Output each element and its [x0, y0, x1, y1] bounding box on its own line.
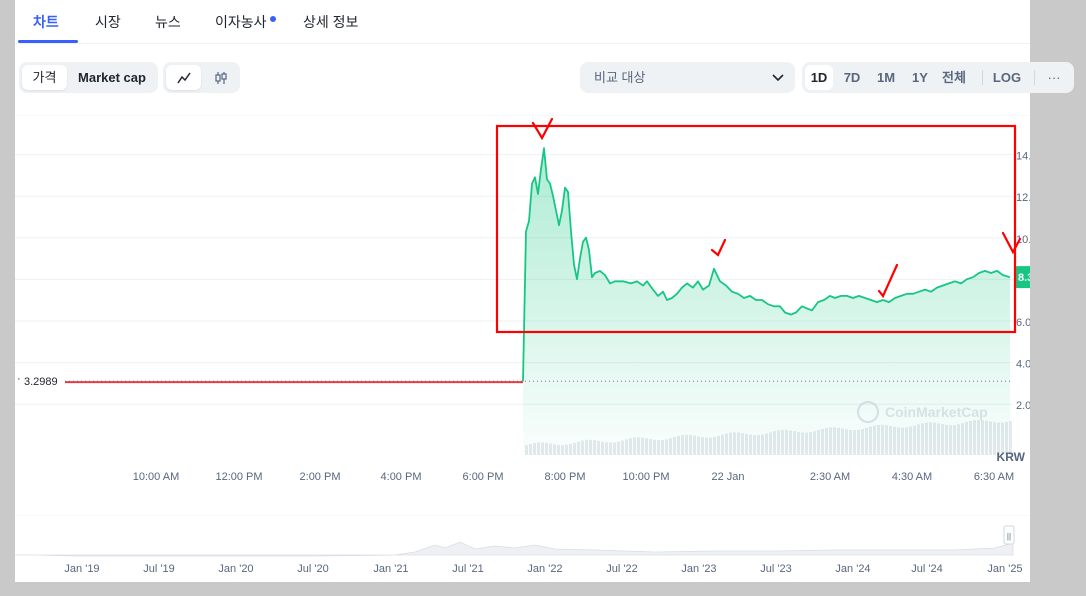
reference-price-marker: ·	[17, 373, 21, 385]
x-tick-label: 10:00 PM	[622, 471, 669, 483]
line-chart-icon	[176, 72, 191, 84]
tab-details[interactable]: 상세 정보	[303, 0, 358, 44]
navigator-tick-label: Jul '22	[606, 563, 637, 575]
navigator-tick-label: Jan '23	[681, 563, 716, 575]
candlestick-icon	[214, 72, 227, 84]
navigator-tick-label: Jul '23	[760, 563, 791, 575]
range-1y-button[interactable]: 1Y	[906, 65, 934, 90]
navigator-tick-label: Jul '21	[452, 563, 483, 575]
data-type-toggle: 가격 Market cap	[19, 62, 158, 93]
navigator-tick-label: Jul '24	[911, 563, 942, 575]
navigator-handle-grip: ||	[1007, 532, 1011, 541]
y-tick-label: 4.0	[1016, 359, 1030, 371]
range-divider	[1034, 70, 1035, 85]
x-tick-label: 6:00 PM	[463, 471, 504, 483]
x-tick-label: 12:00 PM	[215, 471, 262, 483]
current-price-value: 8.3	[1018, 272, 1030, 284]
x-tick-label: 2:00 PM	[300, 471, 341, 483]
navigator-tick-label: Jan '19	[64, 563, 99, 575]
log-scale-button[interactable]: LOG	[990, 65, 1024, 90]
price-chart[interactable]: 3.2989 · 14.012.010.08.06.04.02.0 10:00 …	[15, 115, 1030, 490]
tab-bar: 차트 시장 뉴스 이자농사 상세 정보	[15, 0, 1030, 44]
time-range-selector: 1D 7D 1M 1Y 전체 LOG ···	[802, 62, 1074, 93]
navigator-tick-label: Jul '19	[143, 563, 174, 575]
navigator-tick-label: Jan '22	[527, 563, 562, 575]
range-all-button[interactable]: 전체	[938, 65, 970, 90]
y-axis-unit: KRW	[997, 450, 1026, 464]
candlestick-chart-button[interactable]	[203, 65, 238, 90]
range-7d-button[interactable]: 7D	[838, 65, 866, 90]
range-divider	[982, 70, 983, 85]
navigator-tick-label: Jul '20	[297, 563, 328, 575]
x-tick-label: 4:30 AM	[892, 471, 932, 483]
x-tick-label: 4:00 PM	[381, 471, 422, 483]
navigator-tick-label: Jan '21	[373, 563, 408, 575]
range-1d-button[interactable]: 1D	[805, 65, 833, 90]
navigator-tick-label: Jan '24	[835, 563, 870, 575]
chart-style-toggle	[163, 62, 240, 93]
annotation-checkmark	[710, 238, 727, 257]
y-tick-label: 12.0	[1016, 192, 1030, 204]
compare-dropdown-label: 비교 대상	[594, 70, 646, 85]
y-tick-label: 6.0	[1016, 317, 1030, 329]
x-tick-label: 2:30 AM	[810, 471, 850, 483]
navigator-tick-label: Jan '25	[987, 563, 1022, 575]
price-toggle-button[interactable]: 가격	[22, 65, 67, 90]
y-tick-label: 2.0	[1016, 400, 1030, 412]
x-axis-labels: 10:00 AM 12:00 PM 2:00 PM 4:00 PM 6:00 PM 8:0…	[133, 471, 1014, 483]
line-chart-button[interactable]	[166, 65, 201, 90]
annotation-checkmark	[877, 263, 899, 299]
chart-panel: 차트 시장 뉴스 이자농사 상세 정보 가격 Market cap 비교 대상	[15, 0, 1074, 582]
compare-dropdown[interactable]: 비교 대상	[580, 62, 795, 93]
annotation-checkmark	[531, 117, 554, 141]
navigator-tick-label: Jan '20	[218, 563, 253, 575]
navigator-history-area	[15, 541, 1014, 557]
ellipsis-icon[interactable]: ···	[1042, 65, 1066, 90]
x-tick-label: 22 Jan	[711, 471, 744, 483]
range-navigator[interactable]: || Jan '19 Jul '19 Jan '20 Jul '20 Jan '21 Ju…	[15, 515, 1030, 582]
market-cap-toggle-button[interactable]: Market cap	[70, 65, 154, 90]
watermark: CoinMarketCap	[885, 404, 988, 420]
x-tick-label: 6:30 AM	[974, 471, 1014, 483]
active-tab-indicator	[18, 40, 78, 43]
y-tick-label: 14.0	[1016, 151, 1030, 163]
notification-dot	[270, 16, 276, 22]
chevron-down-icon	[772, 74, 784, 82]
tab-yield-farming[interactable]: 이자농사	[215, 0, 267, 44]
range-1m-button[interactable]: 1M	[872, 65, 900, 90]
tab-chart[interactable]: 차트	[33, 0, 59, 44]
x-tick-label: 10:00 AM	[133, 471, 179, 483]
x-tick-label: 8:00 PM	[545, 471, 586, 483]
tab-market[interactable]: 시장	[95, 0, 121, 44]
navigator-x-axis-labels: Jan '19 Jul '19 Jan '20 Jul '20 Jan '21 Jul '…	[64, 563, 1022, 575]
tab-news[interactable]: 뉴스	[155, 0, 181, 44]
reference-price-label: 3.2989	[24, 376, 58, 388]
